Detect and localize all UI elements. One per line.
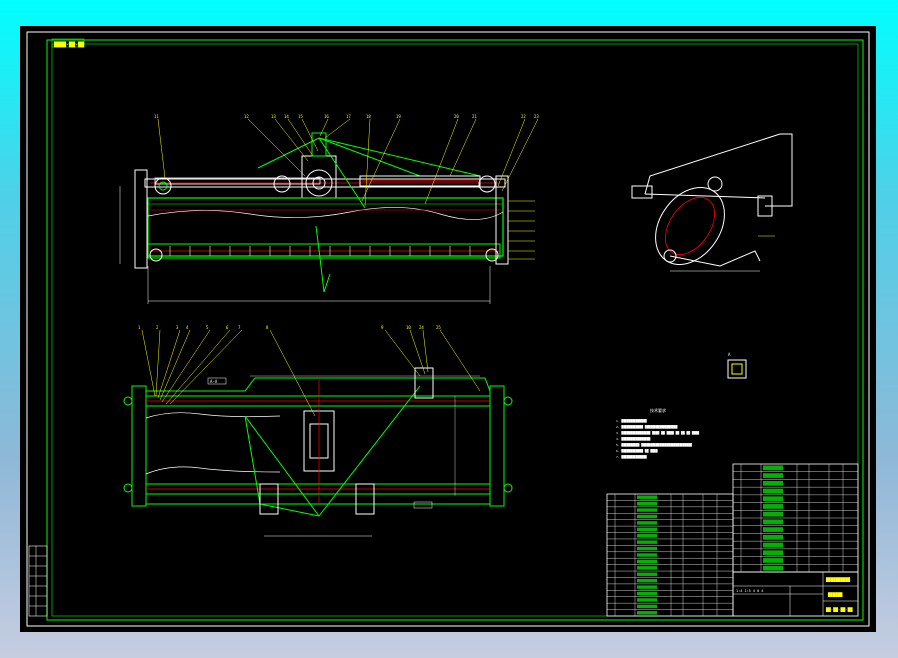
notes-heading: 技术要求 xyxy=(650,407,666,413)
note-7: 7. ██████████████ xyxy=(616,455,647,459)
svg-text:25: 25 xyxy=(436,325,441,330)
scale-row: 1:4 1:5 4 0 4 xyxy=(736,589,763,593)
svg-text:10: 10 xyxy=(406,325,411,330)
drawing-number: ██-██-██-██ xyxy=(825,607,853,612)
cad-drawing-canvas: ████-██-██ 11 12 13 14 15 16 17 18 19 20… xyxy=(26,31,870,627)
svg-text:5: 5 xyxy=(206,325,209,330)
svg-text:22: 22 xyxy=(521,114,526,119)
svg-text:11: 11 xyxy=(154,114,159,119)
svg-text:14: 14 xyxy=(284,114,289,119)
top-left-tag: ████-██-██ xyxy=(53,41,85,48)
parts-list-right xyxy=(732,463,859,573)
section-label: A-A xyxy=(210,379,218,384)
left-side-stamp xyxy=(28,545,48,617)
outer-frame xyxy=(26,31,870,627)
top-view: A-A 1 2 3 4 5 6 7 8 9 10 24 25 xyxy=(123,325,513,537)
svg-text:9: 9 xyxy=(381,325,384,330)
svg-text:21: 21 xyxy=(472,114,477,119)
technical-notes: 技术要求 1. ██████████████ 2. ████████████ █… xyxy=(616,407,699,459)
svg-text:6: 6 xyxy=(226,325,229,330)
svg-text:15: 15 xyxy=(298,114,303,119)
inner-border xyxy=(51,43,859,617)
note-3: 3. ████████████████ ████ ██ ████ ██ ██ █… xyxy=(616,431,699,435)
svg-text:2: 2 xyxy=(156,325,159,330)
svg-text:7: 7 xyxy=(238,325,241,330)
svg-text:20: 20 xyxy=(454,114,459,119)
cad-viewport[interactable]: ████-██-██ 11 12 13 14 15 16 17 18 19 20… xyxy=(20,26,876,632)
svg-text:24: 24 xyxy=(419,325,424,330)
note-5: 5. ██████████ ██████████████████████████… xyxy=(616,443,692,447)
svg-text:23: 23 xyxy=(534,114,539,119)
title-block: ██████████ ██████ ██-██-██-██ 1:4 1:5 4 … xyxy=(732,571,859,617)
svg-text:19: 19 xyxy=(396,114,401,119)
svg-text:16: 16 xyxy=(324,114,329,119)
svg-text:12: 12 xyxy=(244,114,249,119)
title-name-1: ██████████ xyxy=(825,577,851,582)
svg-text:18: 18 xyxy=(366,114,371,119)
note-6: 6. ████████████ ██ ████ xyxy=(616,449,658,453)
note-1: 1. ██████████████ xyxy=(616,419,647,423)
parts-list xyxy=(606,493,734,617)
note-2: 2. ████████████ ██████████████████ xyxy=(616,425,678,429)
svg-text:8: 8 xyxy=(266,325,269,330)
detail-view-a: A xyxy=(727,352,747,379)
svg-text:1: 1 xyxy=(138,325,141,330)
side-view xyxy=(631,133,793,272)
title-name-2: ██████ xyxy=(827,592,843,597)
detail-label: A xyxy=(728,352,731,357)
svg-text:3: 3 xyxy=(176,325,179,330)
note-4: 4. ████████████████ xyxy=(616,437,651,441)
svg-text:13: 13 xyxy=(271,114,276,119)
svg-text:17: 17 xyxy=(346,114,351,119)
front-view: 11 12 13 14 15 16 17 18 19 20 21 22 23 xyxy=(119,114,539,304)
svg-text:4: 4 xyxy=(186,325,189,330)
